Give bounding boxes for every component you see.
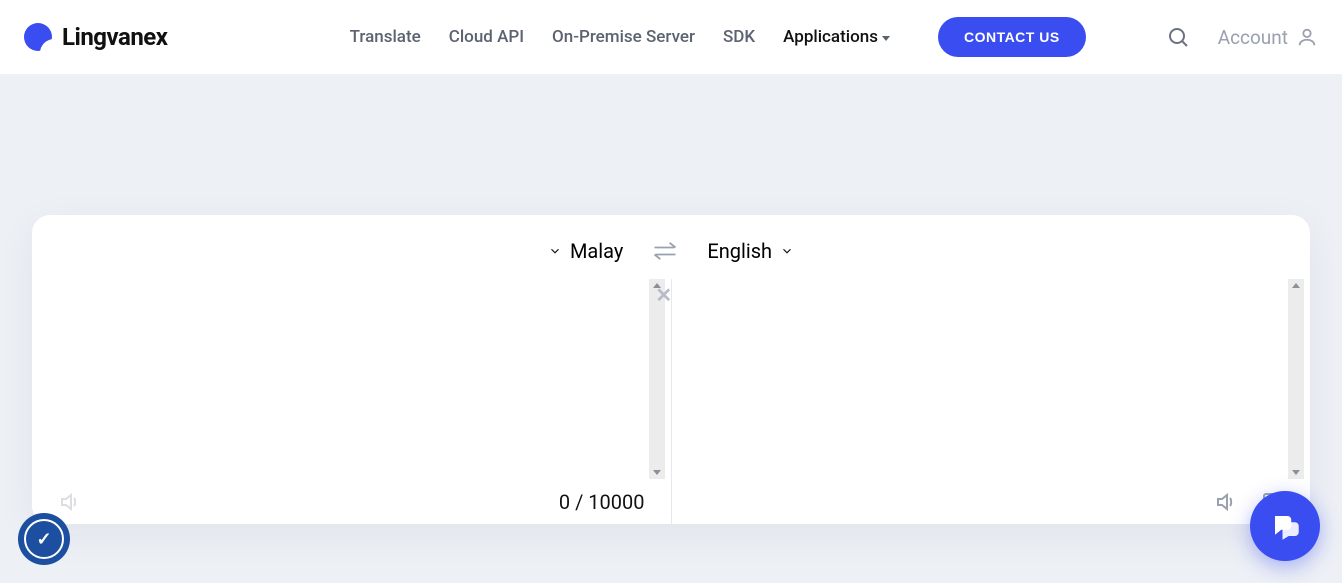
chevron-down-icon (882, 36, 890, 41)
brand-name: Lingvanex (62, 23, 167, 51)
primary-nav: Translate Cloud API On-Premise Server SD… (350, 17, 1086, 57)
header-right: Account (1166, 25, 1318, 49)
target-toolbar (698, 484, 1285, 514)
nav-cloud-api[interactable]: Cloud API (449, 27, 524, 47)
search-icon[interactable] (1166, 25, 1190, 49)
target-language-label: English (707, 239, 772, 263)
swap-languages-button[interactable] (651, 237, 679, 265)
logo-mark-icon (24, 23, 52, 51)
translation-panes: ✕ 0 / 10000 (32, 279, 1310, 524)
speak-source-button[interactable] (58, 490, 82, 514)
nav-on-premise-server[interactable]: On-Premise Server (552, 27, 695, 47)
source-language-label: Malay (570, 239, 623, 263)
target-scrollbar[interactable] (1288, 279, 1304, 479)
source-toolbar: 0 / 10000 (58, 484, 645, 514)
account-label: Account (1218, 26, 1288, 49)
scroll-down-icon (653, 470, 661, 475)
scroll-up-icon (1292, 283, 1300, 288)
user-icon (1296, 26, 1318, 48)
character-count: 0 / 10000 (559, 490, 645, 514)
nav-applications-label: Applications (783, 27, 878, 47)
source-scrollbar[interactable] (649, 279, 665, 479)
scroll-down-icon (1292, 470, 1300, 475)
chat-icon (1270, 511, 1300, 541)
source-pane: ✕ 0 / 10000 (32, 279, 672, 524)
brand-logo[interactable]: Lingvanex (24, 23, 167, 51)
target-pane (672, 279, 1311, 524)
privacy-badge-button[interactable]: ✓ (18, 513, 70, 565)
language-bar: Malay English (32, 215, 1310, 279)
source-language-select[interactable]: Malay (548, 239, 623, 263)
chat-widget-button[interactable] (1250, 491, 1320, 561)
site-header: Lingvanex Translate Cloud API On-Premise… (0, 0, 1342, 75)
clear-source-button[interactable]: ✕ (655, 283, 672, 307)
checkmark-icon: ✓ (24, 519, 64, 559)
target-language-select[interactable]: English (707, 239, 794, 263)
speak-target-button[interactable] (1214, 490, 1238, 514)
translator-card: Malay English ✕ 0 (32, 215, 1310, 524)
nav-translate[interactable]: Translate (350, 27, 421, 47)
chevron-down-icon (780, 244, 794, 258)
account-link[interactable]: Account (1218, 26, 1318, 49)
nav-applications[interactable]: Applications (783, 27, 890, 47)
contact-us-button[interactable]: CONTACT US (938, 17, 1086, 57)
nav-sdk[interactable]: SDK (723, 27, 755, 47)
target-textarea (698, 285, 1285, 484)
source-textarea[interactable] (58, 285, 645, 484)
chevron-down-icon (548, 244, 562, 258)
